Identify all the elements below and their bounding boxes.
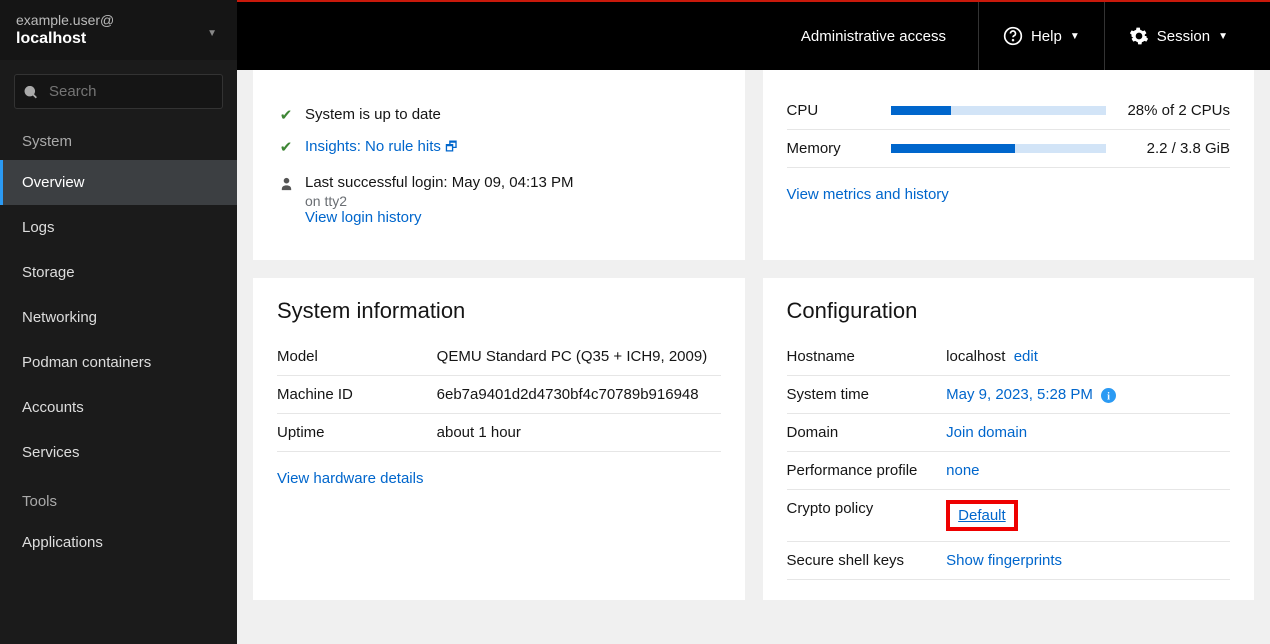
help-icon bbox=[1003, 26, 1023, 46]
last-login-label: Last successful login: May 09, 04:13 PM bbox=[305, 174, 573, 191]
config-key: Hostname bbox=[787, 338, 947, 376]
config-panel: Configuration Hostnamelocalhost edit Sys… bbox=[763, 278, 1255, 600]
nav-group-tools: Tools bbox=[0, 475, 237, 520]
sysinfo-val: about 1 hour bbox=[437, 414, 721, 452]
highlight-box: Default bbox=[946, 500, 1018, 531]
user-icon bbox=[277, 174, 295, 191]
config-key: Secure shell keys bbox=[787, 542, 947, 580]
hostname-value: localhost bbox=[946, 348, 1005, 365]
join-domain-link[interactable]: Join domain bbox=[946, 424, 1027, 441]
sysinfo-title: System information bbox=[277, 298, 721, 324]
sysinfo-val: QEMU Standard PC (Q35 + ICH9, 2009) bbox=[437, 338, 721, 376]
external-link-icon: 🗗 bbox=[445, 139, 457, 154]
help-menu[interactable]: Help ▼ bbox=[978, 2, 1104, 70]
nav-item-applications[interactable]: Applications bbox=[0, 520, 237, 565]
config-key: Performance profile bbox=[787, 452, 947, 490]
sysinfo-table: ModelQEMU Standard PC (Q35 + ICH9, 2009)… bbox=[277, 338, 721, 452]
content: ✔ System is up to date ✔ Insights: No ru… bbox=[237, 70, 1270, 644]
perf-profile-link[interactable]: none bbox=[946, 462, 979, 479]
memory-bar bbox=[891, 144, 1107, 153]
session-menu[interactable]: Session ▼ bbox=[1104, 2, 1252, 70]
nav-item-services[interactable]: Services bbox=[0, 430, 237, 475]
config-key: Domain bbox=[787, 414, 947, 452]
check-icon: ✔ bbox=[277, 138, 295, 156]
table-row: System timeMay 9, 2023, 5:28 PM i bbox=[787, 376, 1231, 414]
metrics-link[interactable]: View metrics and history bbox=[787, 186, 1231, 203]
info-icon: i bbox=[1101, 386, 1116, 403]
table-row: Machine ID6eb7a9401d2d4730bf4c70789b9169… bbox=[277, 376, 721, 414]
table-row: Crypto policy Default bbox=[787, 490, 1231, 542]
ssh-fingerprints-link[interactable]: Show fingerprints bbox=[946, 552, 1062, 569]
cpu-label: CPU bbox=[787, 102, 877, 119]
search-icon bbox=[24, 84, 38, 100]
table-row: DomainJoin domain bbox=[787, 414, 1231, 452]
nav-item-overview[interactable]: Overview bbox=[0, 160, 237, 205]
table-row: Hostnamelocalhost edit bbox=[787, 338, 1231, 376]
last-login-sub: on tty2 bbox=[305, 193, 573, 209]
table-row: ModelQEMU Standard PC (Q35 + ICH9, 2009) bbox=[277, 338, 721, 376]
insights-link[interactable]: Insights: No rule hits 🗗 bbox=[305, 138, 457, 160]
usage-row-memory: Memory 2.2 / 3.8 GiB bbox=[787, 130, 1231, 168]
topbar: Administrative access Help ▼ Session ▼ bbox=[237, 0, 1270, 70]
svg-text:i: i bbox=[1107, 391, 1110, 402]
sysinfo-key: Uptime bbox=[277, 414, 437, 452]
crypto-policy-link[interactable]: Default bbox=[958, 507, 1006, 524]
table-row: Uptimeabout 1 hour bbox=[277, 414, 721, 452]
config-key: System time bbox=[787, 376, 947, 414]
host-label: localhost bbox=[16, 30, 221, 48]
admin-access-label: Administrative access bbox=[801, 28, 946, 45]
user-label: example.user@ bbox=[16, 12, 221, 28]
cpu-bar bbox=[891, 106, 1107, 115]
health-panel: ✔ System is up to date ✔ Insights: No ru… bbox=[253, 70, 745, 260]
usage-row-cpu: CPU 28% of 2 CPUs bbox=[787, 92, 1231, 130]
nav-item-networking[interactable]: Networking bbox=[0, 295, 237, 340]
admin-access-button[interactable]: Administrative access bbox=[777, 2, 978, 70]
hardware-details-link[interactable]: View hardware details bbox=[277, 470, 721, 487]
session-label: Session bbox=[1157, 28, 1210, 45]
hostname-edit-link[interactable]: edit bbox=[1014, 348, 1038, 365]
usage-panel: CPU 28% of 2 CPUs Memory 2.2 / 3.8 GiB V… bbox=[763, 70, 1255, 260]
cpu-value: 28% of 2 CPUs bbox=[1120, 102, 1230, 119]
search-input[interactable] bbox=[14, 74, 223, 109]
nav-item-podman[interactable]: Podman containers bbox=[0, 340, 237, 385]
cpu-bar-fill bbox=[891, 106, 951, 115]
health-uptodate: System is up to date bbox=[305, 106, 441, 123]
sysinfo-panel: System information ModelQEMU Standard PC… bbox=[253, 278, 745, 600]
sysinfo-val: 6eb7a9401d2d4730bf4c70789b916948 bbox=[437, 376, 721, 414]
search-wrap bbox=[0, 60, 237, 115]
memory-value: 2.2 / 3.8 GiB bbox=[1120, 140, 1230, 157]
nav-item-accounts[interactable]: Accounts bbox=[0, 385, 237, 430]
sidebar: example.user@ localhost ▼ System Overvie… bbox=[0, 0, 237, 644]
config-title: Configuration bbox=[787, 298, 1231, 324]
insights-label: Insights: No rule hits bbox=[305, 138, 441, 155]
gear-icon bbox=[1129, 26, 1149, 46]
chevron-down-icon: ▼ bbox=[207, 28, 217, 39]
help-label: Help bbox=[1031, 28, 1062, 45]
table-row: Performance profilenone bbox=[787, 452, 1231, 490]
login-history-link[interactable]: View login history bbox=[305, 209, 421, 226]
chevron-down-icon: ▼ bbox=[1070, 31, 1080, 42]
table-row: Secure shell keysShow fingerprints bbox=[787, 542, 1231, 580]
nav-item-logs[interactable]: Logs bbox=[0, 205, 237, 250]
chevron-down-icon: ▼ bbox=[1218, 31, 1228, 42]
nav-group-system: System bbox=[0, 115, 237, 160]
check-icon: ✔ bbox=[277, 106, 295, 124]
config-key: Crypto policy bbox=[787, 490, 947, 542]
system-time-link[interactable]: May 9, 2023, 5:28 PM bbox=[946, 386, 1093, 403]
host-selector[interactable]: example.user@ localhost ▼ bbox=[0, 0, 237, 60]
config-table: Hostnamelocalhost edit System timeMay 9,… bbox=[787, 338, 1231, 580]
sysinfo-key: Model bbox=[277, 338, 437, 376]
memory-bar-fill bbox=[891, 144, 1016, 153]
nav-item-storage[interactable]: Storage bbox=[0, 250, 237, 295]
sysinfo-key: Machine ID bbox=[277, 376, 437, 414]
memory-label: Memory bbox=[787, 140, 877, 157]
